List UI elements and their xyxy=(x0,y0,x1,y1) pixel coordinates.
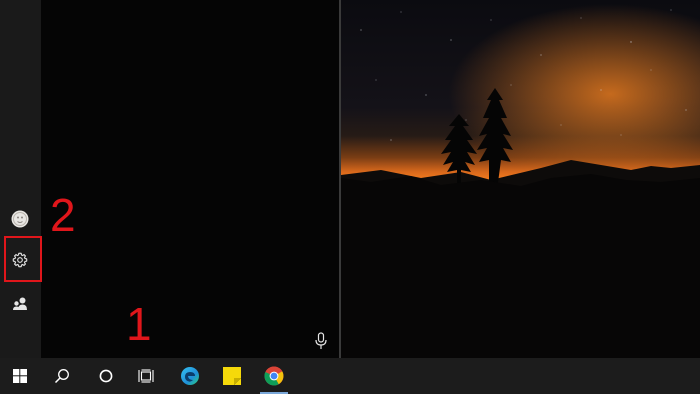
step-2-label: 2 xyxy=(50,189,76,241)
start-menu-panel xyxy=(0,0,340,358)
start-button[interactable] xyxy=(0,358,40,394)
taskbar xyxy=(0,358,700,394)
night-sky-landscape-image xyxy=(341,0,700,358)
step-1-label: 1 xyxy=(126,298,152,350)
cortana-button[interactable] xyxy=(86,358,126,394)
search-button[interactable] xyxy=(42,358,82,394)
edge-app-button[interactable] xyxy=(170,358,210,394)
edge-icon xyxy=(181,367,199,385)
cortana-ring-icon xyxy=(99,369,113,383)
user-account-button[interactable] xyxy=(4,203,36,235)
start-menu-rail xyxy=(0,0,41,358)
search-icon xyxy=(54,369,69,384)
windows-logo-icon xyxy=(13,369,27,383)
chrome-app-button[interactable] xyxy=(254,358,294,394)
task-view-button[interactable] xyxy=(126,358,166,394)
avatar-icon xyxy=(11,210,29,228)
sticky-notes-icon xyxy=(223,367,241,385)
desktop-wallpaper xyxy=(341,0,700,358)
microphone-icon[interactable] xyxy=(313,332,329,350)
chrome-icon xyxy=(264,366,284,386)
settings-highlight-box xyxy=(4,236,42,282)
sticky-notes-app-button[interactable] xyxy=(212,358,252,394)
contacts-button[interactable] xyxy=(4,288,36,320)
task-view-icon xyxy=(138,369,154,383)
people-icon xyxy=(13,297,27,310)
